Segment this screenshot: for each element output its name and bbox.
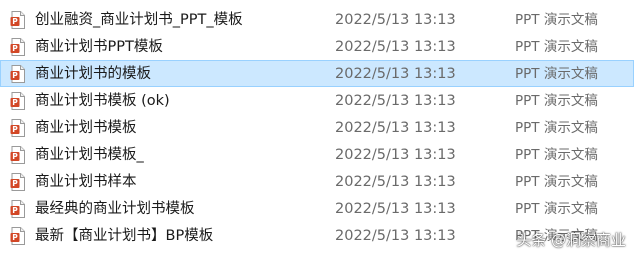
file-modified-date: 2022/5/13 13:13 bbox=[335, 12, 456, 28]
file-name: 商业计划书样本 bbox=[35, 174, 137, 190]
file-name: 最经典的商业计划书模板 bbox=[35, 201, 195, 217]
file-row[interactable]: P 最经典的商业计划书模板 2022/5/13 13:13 PPT 演示文稿 bbox=[0, 195, 634, 222]
file-name: 创业融资_商业计划书_PPT_模板 bbox=[35, 12, 243, 28]
pptx-file-icon: P bbox=[10, 11, 25, 29]
pptx-file-icon: P bbox=[10, 146, 25, 164]
svg-text:P: P bbox=[12, 98, 18, 107]
file-modified-date: 2022/5/13 13:13 bbox=[335, 228, 456, 244]
pptx-file-icon: P bbox=[10, 65, 25, 83]
file-list: P 创业融资_商业计划书_PPT_模板 2022/5/13 13:13 PPT … bbox=[0, 6, 634, 249]
file-type: PPT 演示文稿 bbox=[515, 174, 598, 190]
file-modified-date: 2022/5/13 13:13 bbox=[335, 93, 456, 109]
watermark: 头条 @洞察商业 bbox=[516, 231, 626, 249]
svg-text:P: P bbox=[12, 125, 18, 134]
svg-text:P: P bbox=[12, 206, 18, 215]
file-type: PPT 演示文稿 bbox=[515, 66, 598, 82]
file-name: 最新【商业计划书】BP模板 bbox=[35, 228, 214, 244]
file-type: PPT 演示文稿 bbox=[515, 147, 598, 163]
svg-text:P: P bbox=[12, 152, 18, 161]
pptx-file-icon: P bbox=[10, 227, 25, 245]
file-row-selected[interactable]: P 商业计划书的模板 2022/5/13 13:13 PPT 演示文稿 bbox=[0, 60, 634, 87]
file-row[interactable]: P 商业计划书模板_ 2022/5/13 13:13 PPT 演示文稿 bbox=[0, 141, 634, 168]
file-name: 商业计划书模板_ bbox=[35, 147, 144, 163]
file-row[interactable]: P 商业计划书PPT模板 2022/5/13 13:13 PPT 演示文稿 bbox=[0, 33, 634, 60]
svg-text:P: P bbox=[12, 17, 18, 26]
file-modified-date: 2022/5/13 13:13 bbox=[335, 120, 456, 136]
file-modified-date: 2022/5/13 13:13 bbox=[335, 39, 456, 55]
file-row[interactable]: P 商业计划书样本 2022/5/13 13:13 PPT 演示文稿 bbox=[0, 168, 634, 195]
file-row[interactable]: P 商业计划书模板 (ok) 2022/5/13 13:13 PPT 演示文稿 bbox=[0, 87, 634, 114]
svg-text:P: P bbox=[12, 233, 18, 242]
file-row[interactable]: P 创业融资_商业计划书_PPT_模板 2022/5/13 13:13 PPT … bbox=[0, 6, 634, 33]
file-modified-date: 2022/5/13 13:13 bbox=[335, 147, 456, 163]
file-name: 商业计划书的模板 bbox=[35, 66, 151, 82]
file-type: PPT 演示文稿 bbox=[515, 93, 598, 109]
pptx-file-icon: P bbox=[10, 200, 25, 218]
file-type: PPT 演示文稿 bbox=[515, 201, 598, 217]
file-modified-date: 2022/5/13 13:13 bbox=[335, 174, 456, 190]
file-modified-date: 2022/5/13 13:13 bbox=[335, 201, 456, 217]
file-row[interactable]: P 商业计划书模板 2022/5/13 13:13 PPT 演示文稿 bbox=[0, 114, 634, 141]
pptx-file-icon: P bbox=[10, 92, 25, 110]
file-type: PPT 演示文稿 bbox=[515, 120, 598, 136]
svg-text:P: P bbox=[12, 44, 18, 53]
file-name: 商业计划书模板 (ok) bbox=[35, 93, 170, 109]
pptx-file-icon: P bbox=[10, 119, 25, 137]
file-type: PPT 演示文稿 bbox=[515, 12, 598, 28]
pptx-file-icon: P bbox=[10, 173, 25, 191]
svg-text:P: P bbox=[12, 71, 18, 80]
file-name: 商业计划书PPT模板 bbox=[35, 39, 163, 55]
pptx-file-icon: P bbox=[10, 38, 25, 56]
file-name: 商业计划书模板 bbox=[35, 120, 137, 136]
svg-text:P: P bbox=[12, 179, 18, 188]
file-type: PPT 演示文稿 bbox=[515, 39, 598, 55]
file-modified-date: 2022/5/13 13:13 bbox=[335, 66, 456, 82]
